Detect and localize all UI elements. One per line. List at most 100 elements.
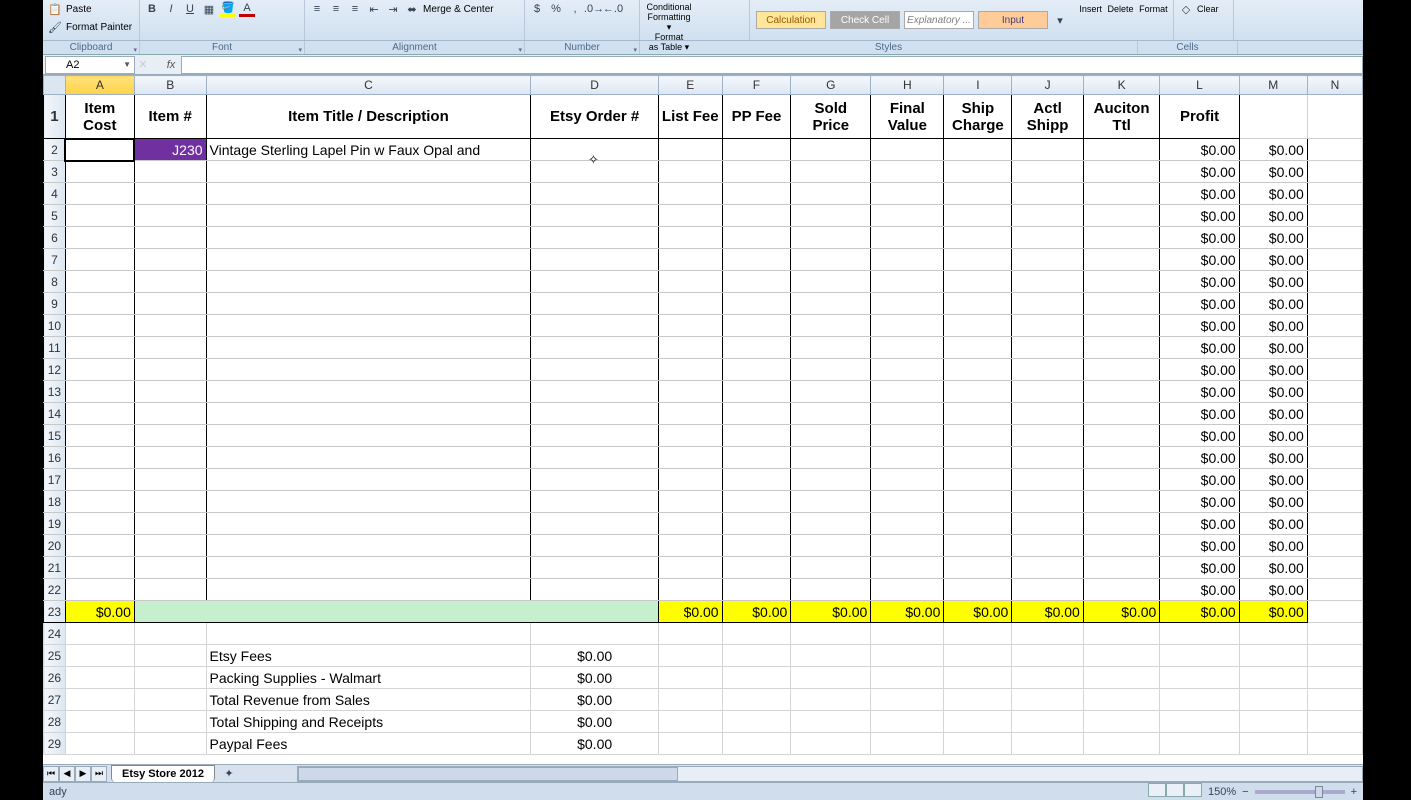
cell[interactable] [871, 447, 944, 469]
cell[interactable] [1160, 645, 1239, 667]
clear-button[interactable]: Clear [1197, 4, 1219, 14]
tab-last-icon[interactable]: ⏭ [91, 766, 107, 782]
cell[interactable] [944, 689, 1012, 711]
cell[interactable] [1012, 227, 1084, 249]
cell[interactable] [871, 315, 944, 337]
name-box[interactable]: A2▼ [45, 56, 135, 74]
cell[interactable] [1012, 381, 1084, 403]
cell[interactable] [65, 667, 134, 689]
cell[interactable] [1083, 667, 1160, 689]
cell[interactable] [206, 271, 531, 293]
cell[interactable] [1307, 271, 1362, 293]
row-header-17[interactable]: 17 [44, 469, 66, 491]
cell[interactable] [791, 249, 871, 271]
align-center-icon[interactable]: ≡ [328, 1, 344, 17]
cell[interactable] [944, 403, 1012, 425]
cell[interactable] [944, 337, 1012, 359]
cell[interactable] [791, 579, 871, 601]
row-header-25[interactable]: 25 [44, 645, 66, 667]
cell[interactable] [206, 491, 531, 513]
cell[interactable] [944, 249, 1012, 271]
cell[interactable] [1307, 381, 1362, 403]
header-cell[interactable]: ActlShipp [1012, 95, 1084, 139]
cell[interactable] [65, 403, 134, 425]
cell[interactable] [871, 403, 944, 425]
col-header-L[interactable]: L [1160, 76, 1239, 95]
cell[interactable]: $0.00 [871, 601, 944, 623]
cell[interactable]: $0.00 [1160, 579, 1239, 601]
cell[interactable] [1307, 183, 1362, 205]
cell[interactable]: $0.00 [1160, 271, 1239, 293]
cell[interactable]: $0.00 [1160, 425, 1239, 447]
cell[interactable] [871, 623, 944, 645]
cell[interactable] [1012, 447, 1084, 469]
cell[interactable] [1083, 403, 1160, 425]
header-cell[interactable]: FinalValue [871, 95, 944, 139]
row-header-22[interactable]: 22 [44, 579, 66, 601]
cell[interactable] [65, 535, 134, 557]
header-cell[interactable]: Item # [134, 95, 206, 139]
format-painter-icon[interactable]: 🖌 [47, 19, 63, 35]
cell[interactable] [722, 249, 791, 271]
cell[interactable] [871, 733, 944, 755]
align-right-icon[interactable]: ≡ [347, 1, 363, 17]
cell[interactable] [944, 271, 1012, 293]
cell[interactable] [791, 689, 871, 711]
cell[interactable] [658, 645, 722, 667]
cell[interactable]: $0.00 [1239, 271, 1307, 293]
cell[interactable] [658, 161, 722, 183]
cell[interactable]: $0.00 [1160, 535, 1239, 557]
cell[interactable] [944, 293, 1012, 315]
cell[interactable] [206, 183, 531, 205]
cell[interactable] [1012, 271, 1084, 293]
cell[interactable] [1012, 161, 1084, 183]
cell[interactable] [722, 689, 791, 711]
cell[interactable] [65, 227, 134, 249]
cell[interactable] [531, 579, 659, 601]
cell[interactable]: $0.00 [1160, 491, 1239, 513]
cell[interactable] [944, 469, 1012, 491]
cell[interactable]: $0.00 [1239, 579, 1307, 601]
cell[interactable] [658, 315, 722, 337]
cell[interactable] [531, 249, 659, 271]
cell[interactable] [1160, 689, 1239, 711]
cell[interactable] [206, 425, 531, 447]
cell[interactable] [65, 359, 134, 381]
cell[interactable] [722, 469, 791, 491]
merge-icon[interactable]: ⬌ [404, 1, 420, 17]
cell[interactable]: $0.00 [791, 601, 871, 623]
cell[interactable] [1012, 205, 1084, 227]
horizontal-scrollbar[interactable] [297, 766, 1363, 782]
cell[interactable] [531, 315, 659, 337]
cell[interactable] [944, 667, 1012, 689]
cell[interactable] [722, 403, 791, 425]
cell[interactable] [206, 403, 531, 425]
cell[interactable] [658, 579, 722, 601]
paste-icon[interactable]: 📋 [47, 1, 63, 17]
cell[interactable] [1307, 293, 1362, 315]
cell[interactable] [722, 557, 791, 579]
cell[interactable] [134, 689, 206, 711]
cell[interactable] [1083, 733, 1160, 755]
cell[interactable] [134, 469, 206, 491]
cell[interactable] [65, 315, 134, 337]
cell[interactable] [791, 623, 871, 645]
cell[interactable] [1083, 337, 1160, 359]
cell[interactable] [531, 469, 659, 491]
cell[interactable] [1012, 359, 1084, 381]
cell[interactable] [1307, 359, 1362, 381]
underline-icon[interactable]: U [182, 1, 198, 17]
col-header-A[interactable]: A [65, 76, 134, 95]
cell[interactable] [871, 689, 944, 711]
cell[interactable] [944, 183, 1012, 205]
row-header-4[interactable]: 4 [44, 183, 66, 205]
cell[interactable] [1012, 645, 1084, 667]
cell[interactable] [791, 183, 871, 205]
header-cell[interactable]: PP Fee [722, 95, 791, 139]
cell[interactable]: $0.00 [1160, 601, 1239, 623]
cell[interactable] [871, 491, 944, 513]
cell[interactable] [134, 491, 206, 513]
zoom-slider[interactable] [1255, 790, 1345, 794]
row-header-21[interactable]: 21 [44, 557, 66, 579]
col-header-I[interactable]: I [944, 76, 1012, 95]
